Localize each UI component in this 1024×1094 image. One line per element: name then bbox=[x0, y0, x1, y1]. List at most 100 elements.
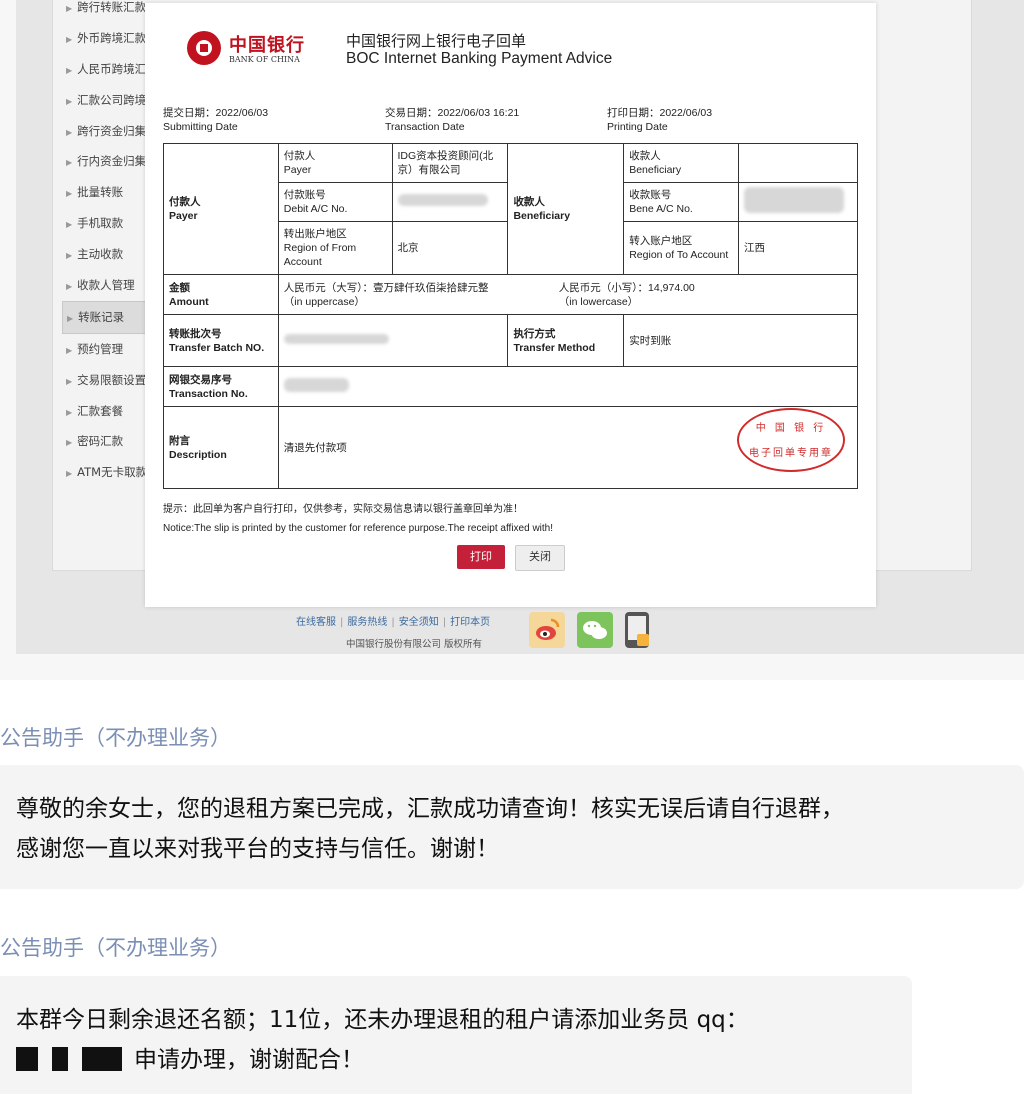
sidebar-item[interactable]: ▶ 行内资金归集 bbox=[62, 146, 152, 177]
chevron-right-icon: ▶ bbox=[66, 282, 73, 292]
logo-text-cn: 中国银行 bbox=[229, 35, 305, 56]
sidebar-item[interactable]: ▶ 跨行转账汇款 bbox=[62, 0, 152, 23]
print-button[interactable]: 打印 bbox=[457, 545, 505, 569]
sidebar-item-label: 批量转账 bbox=[77, 185, 124, 200]
advice-title-en: BOC Internet Banking Payment Advice bbox=[346, 50, 613, 67]
sidebar-item[interactable]: ▶ 手机取款 bbox=[62, 208, 152, 239]
amount-lowercase: 人民币元（小写）：14,974.00 bbox=[558, 281, 695, 294]
sidebar-item[interactable]: ▶ 人民币跨境汇款 bbox=[62, 54, 152, 85]
chevron-right-icon: ▶ bbox=[66, 376, 73, 386]
transaction-no-label: 网银交易序号 Transaction No. bbox=[163, 366, 279, 407]
sidebar-item-label: 汇款公司跨境汇款 bbox=[77, 92, 152, 107]
amount-uppercase: 人民币元（大写）：壹万肆仟玖佰柒拾肆元整 bbox=[283, 281, 489, 294]
chevron-right-icon: ▶ bbox=[66, 407, 73, 417]
sidebar-item-label: 交易限额设置 bbox=[77, 372, 147, 387]
chat-message-line: 本群今日剩余退还名额；11位，还未办理退租的租户请添加业务员 qq： bbox=[16, 1007, 749, 1033]
sidebar-item-label: ATM无卡取款 bbox=[77, 465, 148, 480]
chevron-right-icon: ▶ bbox=[66, 438, 73, 448]
transaction-date: 交易日期：2022/06/03 16:21 Transaction Date bbox=[385, 106, 519, 134]
chat-message-bubble[interactable]: 本群今日剩余退还名额；11位，还未办理退租的租户请添加业务员 qq： 申请办理，… bbox=[0, 976, 912, 1094]
sidebar-item-label: 收款人管理 bbox=[77, 278, 135, 293]
submitting-date: 提交日期：2022/06/03 Submitting Date bbox=[163, 106, 268, 134]
footer-link-security[interactable]: 安全须知 bbox=[399, 617, 439, 628]
printing-date-label: Printing Date bbox=[607, 121, 668, 133]
chat-message-text: 申请办理，谢谢配合！ bbox=[134, 1047, 364, 1073]
payer-name-label: 付款人 Payer bbox=[277, 143, 393, 183]
batch-no-value bbox=[277, 314, 509, 367]
mobile-icon[interactable] bbox=[625, 612, 649, 648]
payer-account-value bbox=[391, 182, 509, 222]
chevron-right-icon: ▶ bbox=[66, 345, 73, 355]
footer-link-online-service[interactable]: 在线客服 bbox=[296, 617, 336, 628]
sidebar-item-label: 转账记录 bbox=[78, 309, 125, 324]
separator: | bbox=[391, 617, 395, 628]
chevron-right-icon: ▶ bbox=[66, 96, 73, 106]
sidebar-item-label: 跨行转账汇款 bbox=[77, 0, 147, 14]
sidebar-item[interactable]: ▶ 跨行资金归集 bbox=[62, 116, 152, 147]
transaction-no-value bbox=[277, 366, 859, 407]
payer-name-value: IDG资本投资顾问(北京）有限公司 bbox=[391, 143, 509, 183]
transaction-date-label: Transaction Date bbox=[385, 121, 465, 133]
chevron-right-icon: ▶ bbox=[66, 189, 73, 199]
notice-en: Notice:The slip is printed by the custom… bbox=[163, 523, 554, 534]
bank-seal-stamp: 中 国 银 行 电子回单专用章 bbox=[737, 408, 845, 472]
redacted-qq-number bbox=[82, 1047, 122, 1071]
sidebar-item[interactable]: ▶ 收款人管理 bbox=[62, 270, 152, 301]
sidebar-item-label: 手机取款 bbox=[77, 216, 124, 231]
sidebar-item[interactable]: ▶ 外币跨境汇款 bbox=[62, 23, 152, 54]
advice-title-cn: 中国银行网上银行电子回单 bbox=[346, 32, 527, 50]
stamp-text-top: 中 国 银 行 bbox=[755, 423, 827, 434]
batch-no-label: 转账批次号 Transfer Batch NO. bbox=[163, 314, 279, 367]
sidebar-item[interactable]: ▶ ATM无卡取款 bbox=[62, 457, 152, 488]
sidebar-item-transfer-records[interactable]: ▶ 转账记录 bbox=[62, 300, 152, 334]
amount-label: 金额 Amount bbox=[163, 274, 279, 315]
redacted-transaction-no bbox=[283, 377, 349, 392]
boc-emblem-icon bbox=[187, 31, 221, 65]
sidebar-item-label: 预约管理 bbox=[77, 341, 124, 356]
beneficiary-account-label: 收款账号 Bene A/C No. bbox=[623, 182, 739, 222]
payer-region-label: 转出账户地区 Region of From Account bbox=[277, 221, 393, 275]
chevron-right-icon: ▶ bbox=[66, 65, 73, 75]
wechat-icon[interactable] bbox=[577, 612, 613, 648]
sidebar-menu: ▶ 跨行转账汇款 ▶ 外币跨境汇款 ▶ 人民币跨境汇款 ▶ 汇款公司跨境汇款 ▶ 跨行资金… bbox=[62, 0, 152, 488]
chevron-right-icon: ▶ bbox=[66, 469, 73, 479]
chevron-right-icon: ▶ bbox=[66, 4, 73, 13]
beneficiary-region-label: 转入账户地区 Region of To Account bbox=[623, 221, 739, 275]
chat-message-line: 感谢您一直以来对我平台的支持与信任。谢谢！ bbox=[16, 836, 499, 862]
weibo-icon[interactable] bbox=[529, 612, 565, 648]
footer-links: 在线客服 | 服务热线 | 安全须知 | 打印本页 bbox=[296, 613, 490, 628]
bank-of-china-logo: 中国银行 BANK OF CHINA bbox=[187, 31, 317, 71]
chevron-right-icon: ▶ bbox=[66, 34, 73, 44]
amount-value: 人民币元（大写）：壹万肆仟玖佰柒拾肆元整 （in uppercase） 人民币元（… bbox=[277, 274, 859, 315]
sidebar-item[interactable]: ▶ 密码汇款 bbox=[62, 426, 152, 457]
printing-date-value: 打印日期：2022/06/03 bbox=[607, 107, 713, 119]
payer-account-label: 付款账号 Debit A/C No. bbox=[277, 182, 393, 222]
chat-message-bubble[interactable]: 尊敬的余女士，您的退租方案已完成，汇款成功请查询！核实无误后请自行退群， 感谢您… bbox=[0, 765, 1024, 889]
submitting-date-label: Submitting Date bbox=[163, 121, 238, 133]
sidebar-item[interactable]: ▶ 汇款套餐 bbox=[62, 396, 152, 427]
redacted-qq-number bbox=[52, 1047, 68, 1071]
stamp-text-bottom: 电子回单专用章 bbox=[749, 448, 833, 459]
transfer-method-label: 执行方式 Transfer Method bbox=[507, 314, 625, 367]
redacted-qq-number bbox=[16, 1047, 38, 1071]
sidebar-item[interactable]: ▶ 预约管理 bbox=[62, 334, 152, 365]
amount-lowercase-note: （in lowercase） bbox=[558, 295, 639, 308]
redacted-account bbox=[743, 187, 844, 213]
footer-link-print[interactable]: 打印本页 bbox=[450, 617, 490, 628]
printing-date: 打印日期：2022/06/03 Printing Date bbox=[607, 106, 712, 134]
sidebar-item[interactable]: ▶ 批量转账 bbox=[62, 177, 152, 208]
sidebar-item[interactable]: ▶ 交易限额设置 bbox=[62, 365, 152, 396]
payment-advice-dialog: 中国银行 BANK OF CHINA 中国银行网上银行电子回单 BOC Inte… bbox=[145, 3, 876, 607]
redacted-batch-no bbox=[283, 333, 389, 344]
close-button[interactable]: 关闭 bbox=[515, 545, 565, 571]
footer-link-hotline[interactable]: 服务热线 bbox=[347, 617, 387, 628]
beneficiary-section-label: 收款人 Beneficiary bbox=[507, 143, 625, 275]
beneficiary-name-value bbox=[737, 143, 859, 183]
chevron-right-icon: ▶ bbox=[66, 127, 73, 137]
sidebar-item-label: 密码汇款 bbox=[77, 434, 124, 449]
chat-message-line: 尊敬的余女士，您的退租方案已完成，汇款成功请查询！核实无误后请自行退群， bbox=[16, 796, 844, 822]
sidebar-item[interactable]: ▶ 主动收款 bbox=[62, 239, 152, 270]
sidebar-item[interactable]: ▶ 汇款公司跨境汇款 bbox=[62, 85, 152, 116]
description-label: 附言 Description bbox=[163, 406, 279, 489]
beneficiary-account-value bbox=[737, 182, 859, 222]
